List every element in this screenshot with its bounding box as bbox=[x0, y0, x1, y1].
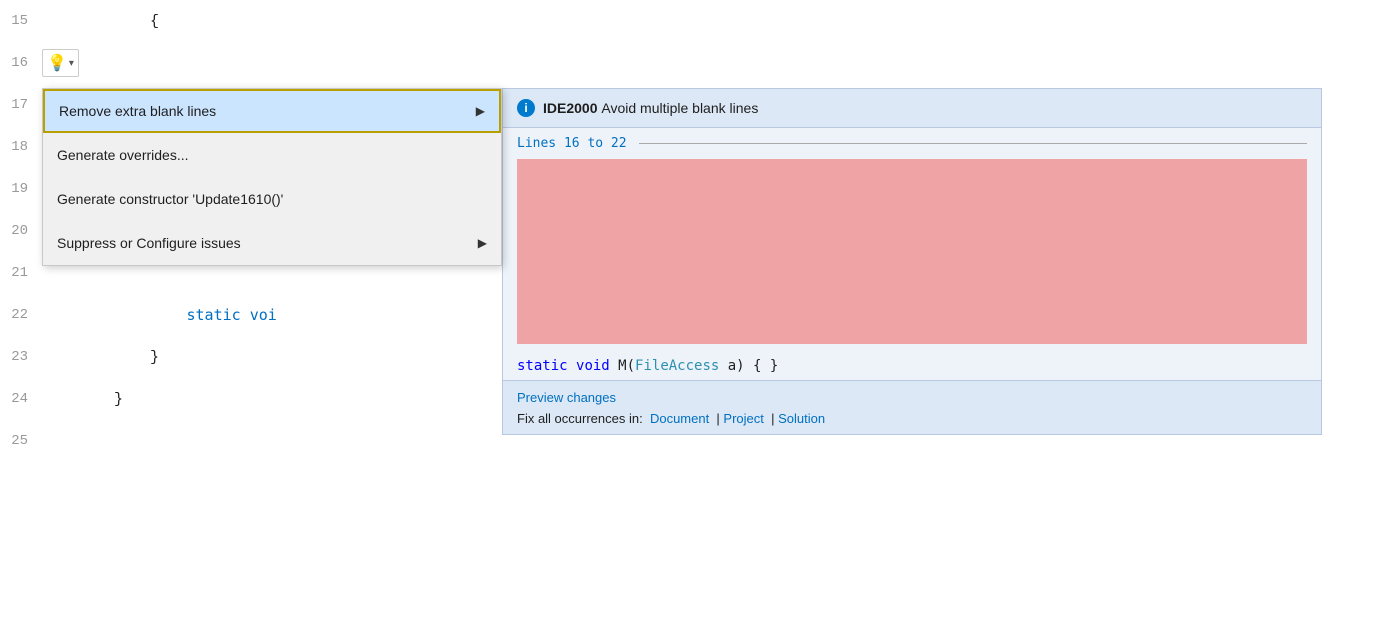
preview-code-line: static void M(FileAccess a) { } bbox=[503, 352, 1321, 380]
line-number-18: 18 bbox=[0, 139, 38, 155]
line-number-24: 24 bbox=[0, 391, 38, 407]
line-number-22: 22 bbox=[0, 307, 38, 323]
line-number-25: 25 bbox=[0, 433, 38, 449]
menu-item-remove-blank-lines[interactable]: Remove extra blank lines ▶ bbox=[43, 89, 501, 133]
method-name: M( bbox=[618, 358, 635, 374]
keyword-void: void bbox=[576, 358, 610, 374]
line-16-row: 16 💡 ▾ bbox=[0, 42, 1376, 84]
menu-arrow-suppress-configure: ▶ bbox=[478, 236, 487, 250]
preview-header: i IDE2000 Avoid multiple blank lines bbox=[503, 89, 1321, 128]
preview-code-highlight bbox=[517, 159, 1307, 344]
lines-range-divider bbox=[639, 143, 1307, 144]
lines-range: Lines 16 to 22 bbox=[503, 128, 1321, 159]
dropdown-arrow-icon: ▾ bbox=[69, 58, 74, 69]
menu-item-label-generate-constructor: Generate constructor 'Update1610()' bbox=[57, 191, 283, 207]
fix-all-solution-link[interactable]: Solution bbox=[778, 411, 825, 426]
line-content-15: { bbox=[38, 0, 159, 47]
menu-item-suppress-configure[interactable]: Suppress or Configure issues ▶ bbox=[43, 221, 501, 265]
line-number-17: 17 bbox=[0, 97, 38, 113]
info-icon: i bbox=[517, 99, 535, 117]
line-number-15: 15 bbox=[0, 13, 38, 29]
preview-footer: Preview changes Fix all occurrences in: … bbox=[503, 380, 1321, 434]
line-content-24: } bbox=[38, 374, 123, 425]
keyword-static: static bbox=[517, 358, 568, 374]
line-number-16: 16 bbox=[0, 55, 38, 71]
lightbulb-button[interactable]: 💡 ▾ bbox=[42, 49, 79, 77]
fix-all-line: Fix all occurrences in: Document | Proje… bbox=[517, 411, 1307, 426]
code-line-15: 15 { bbox=[0, 0, 1376, 42]
menu-arrow-remove-blank-lines: ▶ bbox=[476, 104, 485, 118]
fix-all-document-link[interactable]: Document bbox=[650, 411, 709, 426]
line-number-20: 20 bbox=[0, 223, 38, 239]
lightbulb-icon: 💡 bbox=[47, 53, 67, 73]
fix-all-prefix: Fix all occurrences in: bbox=[517, 411, 643, 426]
fix-all-project-link[interactable]: Project bbox=[723, 411, 763, 426]
type-fileaccess: FileAccess bbox=[635, 358, 719, 374]
context-menu: Remove extra blank lines ▶ Generate over… bbox=[42, 88, 502, 266]
lines-range-text: Lines 16 to 22 bbox=[517, 136, 627, 151]
line-number-23: 23 bbox=[0, 349, 38, 365]
editor-container: 15 { 16 💡 ▾ 17 18 19 20 21 bbox=[0, 0, 1376, 627]
menu-item-generate-overrides[interactable]: Generate overrides... bbox=[43, 133, 501, 177]
line-number-19: 19 bbox=[0, 181, 38, 197]
preview-title-code: IDE2000 bbox=[543, 100, 597, 116]
line-number-21: 21 bbox=[0, 265, 38, 281]
menu-item-label-remove-blank-lines: Remove extra blank lines bbox=[59, 103, 216, 119]
menu-item-generate-constructor[interactable]: Generate constructor 'Update1610()' bbox=[43, 177, 501, 221]
menu-item-label-generate-overrides: Generate overrides... bbox=[57, 147, 189, 163]
preview-panel: i IDE2000 Avoid multiple blank lines Lin… bbox=[502, 88, 1322, 435]
preview-title-text: Avoid multiple blank lines bbox=[601, 100, 758, 116]
code-area: 15 { 16 💡 ▾ 17 18 19 20 21 bbox=[0, 0, 1376, 627]
menu-item-label-suppress-configure: Suppress or Configure issues bbox=[57, 235, 241, 251]
preview-changes-link[interactable]: Preview changes bbox=[517, 390, 616, 405]
param-a: a) { } bbox=[719, 358, 778, 374]
preview-title: IDE2000 Avoid multiple blank lines bbox=[543, 100, 758, 116]
